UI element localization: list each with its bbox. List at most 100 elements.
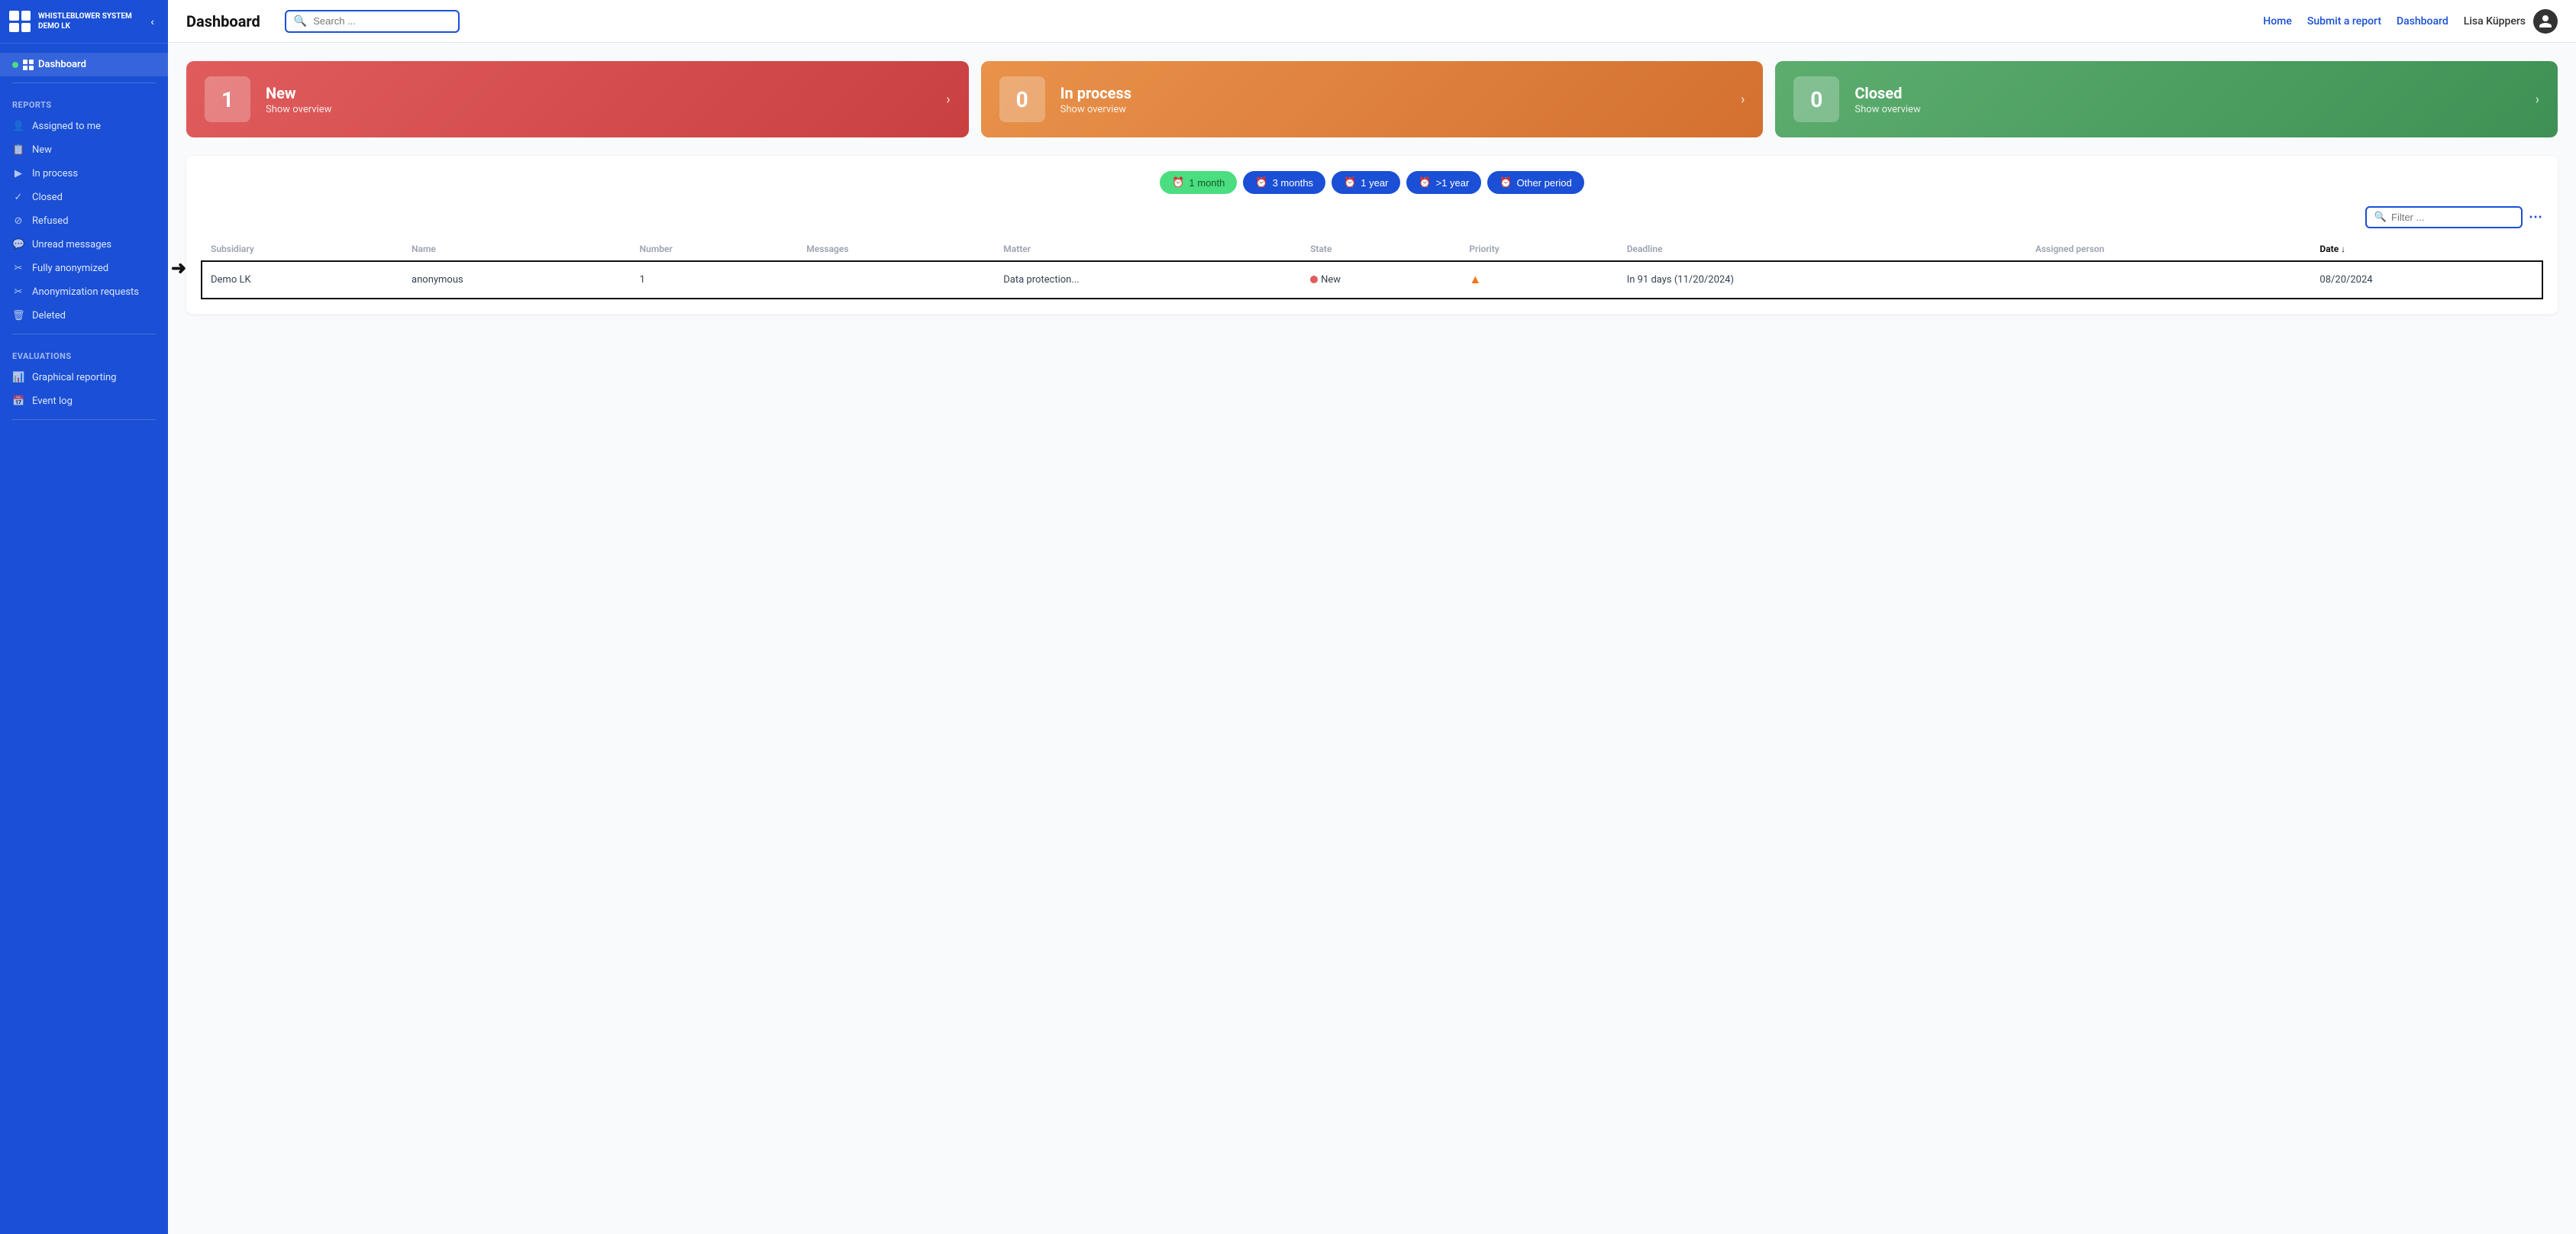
sidebar-item-unread[interactable]: 💬 Unread messages [0, 233, 168, 257]
sidebar-item-label: Unread messages [32, 239, 111, 250]
refused-icon: ⊘ [12, 215, 24, 227]
sidebar-item-label: Assigned to me [32, 121, 101, 132]
cell-priority: ▲ [1460, 261, 1617, 299]
period-label: Other period [1517, 177, 1572, 189]
app-name: WHISTLEBLOWER SYSTEM [38, 11, 132, 21]
user-menu[interactable]: Lisa Küppers [2464, 9, 2558, 34]
new-info: New Show overview [266, 84, 931, 115]
period-1month[interactable]: ⏰ 1 month [1160, 171, 1237, 194]
search-icon: 🔍 [294, 15, 307, 27]
status-card-new[interactable]: 1 New Show overview › [186, 61, 969, 137]
table-body: Demo LK anonymous 1 Data protection... N… [202, 261, 2542, 299]
sidebar-item-dashboard[interactable]: Dashboard [0, 53, 168, 76]
col-date[interactable]: Date ↓ [2310, 237, 2542, 261]
col-name: Name [402, 237, 631, 261]
search-box[interactable]: 🔍 [285, 10, 460, 33]
table-wrapper: ➜ Subsidiary Name Number Messages Matter… [202, 237, 2542, 299]
sidebar-item-label: Fully anonymized [32, 263, 108, 274]
reports-section-label: Reports [0, 89, 168, 115]
cell-subsidiary: Demo LK [202, 261, 402, 299]
filter-input[interactable] [2391, 212, 2513, 223]
sidebar-item-graphical[interactable]: 📊 Graphical reporting [0, 366, 168, 389]
sidebar-item-refused[interactable]: ⊘ Refused [0, 209, 168, 233]
anon-req-icon: ✂ [12, 286, 24, 298]
new-arrow-icon: › [946, 92, 950, 108]
status-card-closed[interactable]: 0 Closed Show overview › [1775, 61, 2558, 137]
sidebar-divider-3 [12, 419, 156, 420]
sidebar-item-anon-requests[interactable]: ✂ Anonymization requests [0, 280, 168, 304]
evaluations-section-label: Evaluations [0, 341, 168, 366]
state-dot [1310, 276, 1318, 283]
col-messages: Messages [797, 237, 994, 261]
unread-icon: 💬 [12, 239, 24, 250]
col-priority: Priority [1460, 237, 1617, 261]
new-count: 1 [205, 76, 250, 122]
sidebar-divider-1 [12, 82, 156, 83]
sidebar-item-event-log[interactable]: 📅 Event log [0, 389, 168, 413]
status-card-in-process[interactable]: 0 In process Show overview › [981, 61, 1764, 137]
dashboard-grid-icon [23, 60, 34, 70]
topnav-links: Home Submit a report Dashboard Lisa Küpp… [2263, 9, 2558, 34]
priority-icon: ▲ [1469, 272, 1481, 286]
topnav: Dashboard 🔍 Home Submit a report Dashboa… [168, 0, 2576, 43]
nav-dashboard[interactable]: Dashboard [2397, 15, 2448, 27]
dashboard-content: 1 New Show overview › 0 In process Show … [168, 43, 2576, 1234]
user-name: Lisa Küppers [2464, 15, 2526, 27]
sidebar-collapse-button[interactable]: ‹ [146, 14, 159, 29]
filter-bar: 🔍 ⋯ [202, 206, 2542, 228]
col-deadline: Deadline [1618, 237, 2026, 261]
deleted-icon: 🗑 [12, 310, 24, 321]
period-3months[interactable]: ⏰ 3 months [1243, 171, 1325, 194]
sidebar-item-new[interactable]: 📋 New [0, 138, 168, 162]
clock-icon: ⏰ [1255, 176, 1267, 189]
sidebar-item-closed[interactable]: ✓ Closed [0, 186, 168, 209]
sidebar-nav: Dashboard Reports 👤 Assigned to me 📋 New… [0, 44, 168, 1234]
table-row[interactable]: Demo LK anonymous 1 Data protection... N… [202, 261, 2542, 299]
sidebar-logo: WHISTLEBLOWER SYSTEM Demo LK [9, 11, 132, 32]
page-title: Dashboard [186, 12, 260, 31]
sidebar-item-assigned[interactable]: 👤 Assigned to me [0, 115, 168, 138]
table-section: ⏰ 1 month ⏰ 3 months ⏰ 1 year ⏰ >1 year … [186, 156, 2558, 314]
sidebar-item-deleted[interactable]: 🗑 Deleted [0, 304, 168, 328]
clock-icon: ⏰ [1344, 176, 1356, 189]
period-label: >1 year [1436, 177, 1470, 189]
period-other[interactable]: ⏰ Other period [1487, 171, 1583, 194]
closed-count: 0 [1793, 76, 1839, 122]
period-1year[interactable]: ⏰ 1 year [1332, 171, 1400, 194]
logo-icon [9, 11, 31, 32]
closed-arrow-icon: › [2536, 92, 2539, 108]
sidebar-dashboard-label: Dashboard [38, 59, 86, 70]
cell-deadline: In 91 days (11/20/2024) [1618, 261, 2026, 299]
data-table: Subsidiary Name Number Messages Matter S… [202, 237, 2542, 299]
cell-state: New [1301, 261, 1460, 299]
col-subsidiary: Subsidiary [202, 237, 402, 261]
period-gt1year[interactable]: ⏰ >1 year [1406, 171, 1481, 194]
closed-sublabel: Show overview [1855, 104, 2520, 115]
filter-input-container[interactable]: 🔍 [2365, 206, 2523, 228]
sidebar-item-label: New [32, 144, 52, 156]
period-label: 1 month [1189, 177, 1225, 189]
sidebar-item-in-process[interactable]: ▶ In process [0, 162, 168, 186]
cell-matter: Data protection... [994, 261, 1301, 299]
new-label: New [266, 84, 931, 102]
nav-home[interactable]: Home [2263, 15, 2292, 27]
closed-label: Closed [1855, 84, 2520, 102]
nav-submit-report[interactable]: Submit a report [2307, 15, 2381, 27]
period-label: 3 months [1273, 177, 1313, 189]
in-process-sublabel: Show overview [1060, 104, 1725, 115]
cell-messages [797, 261, 994, 299]
col-number: Number [631, 237, 798, 261]
period-label: 1 year [1361, 177, 1388, 189]
clock-icon: ⏰ [1419, 176, 1431, 189]
more-options-button[interactable]: ⋯ [2529, 209, 2542, 225]
sidebar-item-anonymized[interactable]: ✂ Fully anonymized [0, 257, 168, 280]
app-org: Demo LK [38, 21, 132, 31]
user-avatar [2533, 9, 2558, 34]
col-matter: Matter [994, 237, 1301, 261]
in-process-icon: ▶ [12, 168, 24, 179]
in-process-label: In process [1060, 84, 1725, 102]
row-arrow-indicator: ➜ [171, 257, 186, 279]
cell-assigned [2026, 261, 2311, 299]
search-input[interactable] [313, 15, 450, 27]
cell-number: 1 [631, 261, 798, 299]
